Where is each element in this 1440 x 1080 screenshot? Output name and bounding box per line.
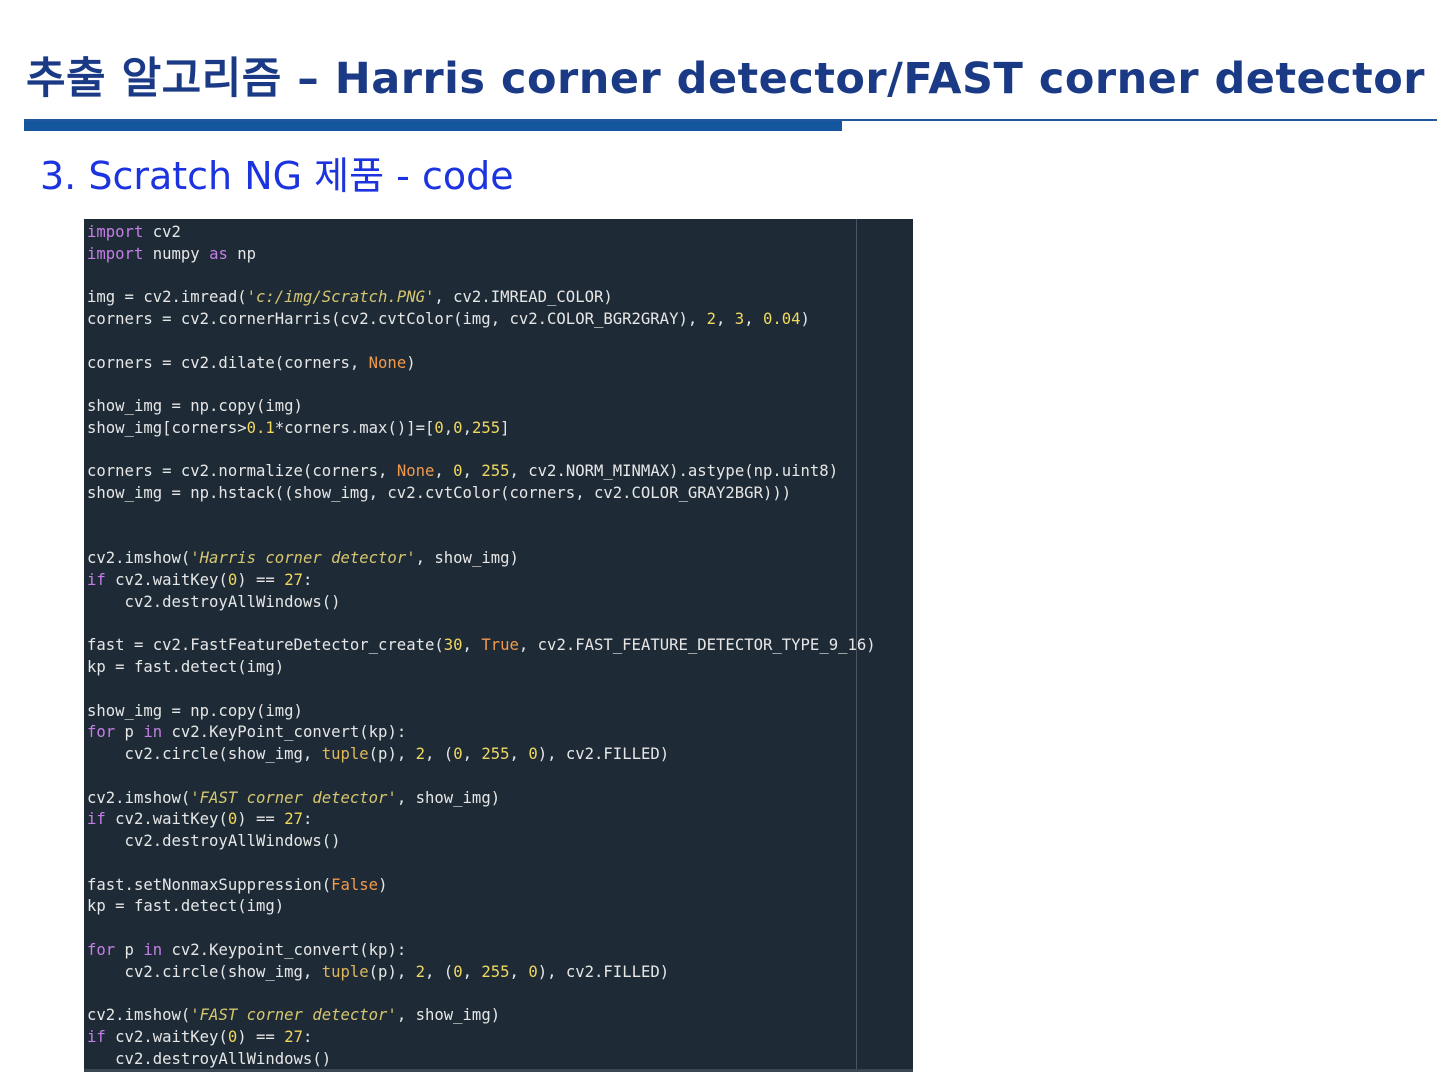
code-line: kp = fast.detect(img): [87, 658, 285, 676]
code-line: kp = fast.detect(img): [87, 897, 285, 916]
code-line: for p in cv2.Keypoint_convert(kp):: [87, 940, 407, 959]
code-line: show_img[corners>0.1*corners.max()]=[0,0…: [87, 418, 510, 437]
code-line: cv2.imshow('FAST corner detector', show_…: [87, 1006, 501, 1024]
slide-title: 추출 알고리즘 – Harris corner detector/FAST co…: [26, 54, 1425, 104]
code-line: cv2.circle(show_img, tuple(p), 2, (0, 25…: [87, 745, 670, 763]
editor-scrollbar-track: [84, 1069, 913, 1072]
code-line: corners = cv2.dilate(corners, None): [87, 353, 416, 372]
code-line: show_img = np.copy(img): [87, 397, 303, 415]
code-line: img = cv2.imread('c:/img/Scratch.PNG', c…: [87, 288, 613, 307]
code-line: cv2.destroyAllWindows(): [115, 1049, 332, 1068]
code-line: cv2.circle(show_img, tuple(p), 2, (0, 25…: [87, 962, 670, 981]
code-line: show_img = np.hstack((show_img, cv2.cvtC…: [87, 484, 792, 502]
code-line: show_img = np.copy(img): [87, 701, 303, 720]
code-line: cv2.imshow('FAST corner detector', show_…: [87, 788, 501, 807]
code-block: import cv2 import numpy as np img = cv2.…: [87, 222, 876, 1070]
code-line: import numpy as np: [87, 244, 257, 263]
code-line: if cv2.waitKey(0) == 27:: [87, 810, 313, 829]
code-line: fast.setNonmaxSuppression(False): [87, 875, 388, 894]
code-screenshot: import cv2 import numpy as np img = cv2.…: [84, 219, 913, 1072]
code-line: cv2.imshow('Harris corner detector', sho…: [87, 549, 519, 568]
code-line: cv2.destroyAllWindows(): [124, 832, 341, 850]
code-line: for p in cv2.KeyPoint_convert(kp):: [87, 723, 407, 742]
code-line: if cv2.waitKey(0) == 27:: [87, 1027, 313, 1046]
code-line: fast = cv2.FastFeatureDetector_create(30…: [87, 636, 876, 655]
code-line: if cv2.waitKey(0) == 27:: [87, 571, 313, 589]
section-subtitle: 3. Scratch NG 제품 - code: [40, 154, 514, 198]
title-underline-bar: [24, 121, 842, 131]
code-line: corners = cv2.normalize(corners, None, 0…: [87, 462, 839, 481]
code-line: cv2.destroyAllWindows(): [124, 592, 341, 611]
code-line: corners = cv2.cornerHarris(cv2.cvtColor(…: [87, 310, 810, 328]
code-line: import cv2: [87, 223, 181, 241]
